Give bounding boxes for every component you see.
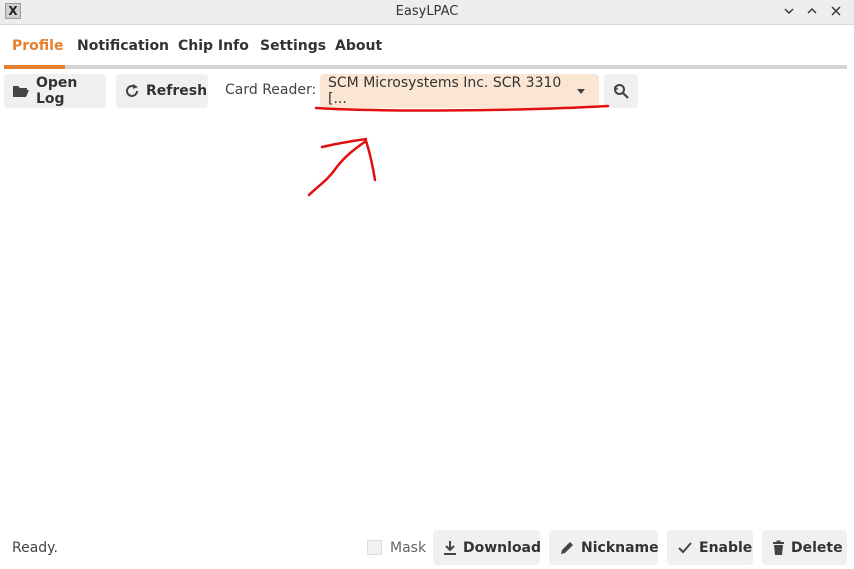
check-icon [677,541,693,555]
download-label: Download [463,539,542,556]
refresh-icon [124,83,140,99]
chevron-up-icon [807,8,817,14]
refresh-button[interactable]: Refresh [116,74,208,108]
tab-rail [4,65,847,69]
close-icon [831,6,841,16]
card-reader-value: SCM Microsystems Inc. SCR 3310 [... [328,75,562,107]
download-icon [443,540,457,556]
tab-notification[interactable]: Notification [77,38,169,54]
pencil-icon [559,540,575,556]
scan-readers-button[interactable] [604,74,638,108]
mask-checkbox[interactable] [367,540,382,555]
nickname-label: Nickname [581,539,659,556]
mask-label: Mask [390,540,427,556]
tab-bar: Profile Notification Chip Info Settings … [0,25,854,69]
enable-label: Enable [699,539,753,556]
tab-profile[interactable]: Profile [12,38,63,54]
title-bar: X EasyLPAC [0,0,854,25]
scan-refresh-icon [612,82,630,100]
card-reader-select[interactable]: SCM Microsystems Inc. SCR 3310 [... [320,74,599,108]
open-log-button[interactable]: Open Log [4,74,106,108]
open-log-label: Open Log [36,75,78,107]
nickname-button[interactable]: Nickname [549,530,659,565]
minimize-button[interactable] [780,2,798,20]
download-button[interactable]: Download [433,530,542,565]
enable-button[interactable]: Enable [667,530,753,565]
status-text: Ready. [12,540,58,556]
caret-down-icon [577,88,585,94]
folder-open-icon [12,84,30,98]
annotation-arrow [307,137,377,197]
trash-icon [772,540,785,556]
maximize-button[interactable] [803,2,821,20]
close-button[interactable] [827,2,845,20]
tab-settings[interactable]: Settings [260,38,326,54]
chevron-down-icon [784,8,794,14]
active-tab-indicator [4,65,65,69]
tab-about[interactable]: About [335,38,382,54]
window-title: EasyLPAC [395,4,459,19]
tab-chip-info[interactable]: Chip Info [178,38,249,54]
delete-button[interactable]: Delete [762,530,847,565]
refresh-label: Refresh [146,83,208,99]
card-reader-label: Card Reader: [225,82,317,98]
delete-label: Delete [791,539,843,556]
